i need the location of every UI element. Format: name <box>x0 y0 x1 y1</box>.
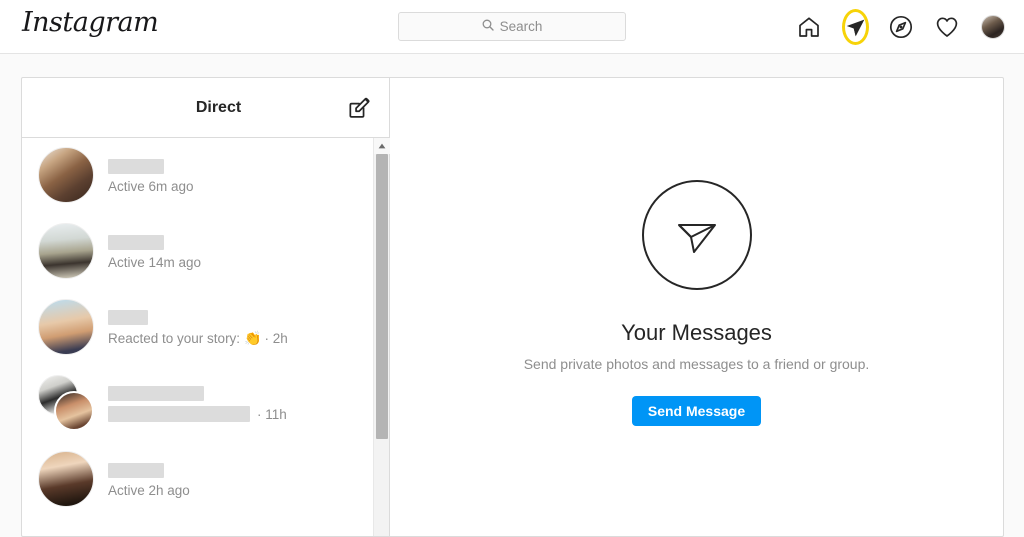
list-item[interactable]: Active 6m ago <box>22 138 389 214</box>
avatar-group <box>38 375 96 433</box>
avatar-image <box>981 15 1005 39</box>
list-item[interactable]: Active 14m ago <box>22 214 389 290</box>
thread-text: Active 6m ago <box>108 158 375 194</box>
avatar <box>38 451 96 509</box>
username-redacted <box>108 158 164 174</box>
thread-preview: · 11h <box>108 406 375 422</box>
empty-conversation-pane: Your Messages Send private photos and me… <box>390 78 1003 536</box>
thread-text: Reacted to your story: 👏 · 2h <box>108 309 375 347</box>
thread-timestamp: · 11h <box>257 406 287 422</box>
username-redacted <box>108 386 204 401</box>
message-redacted <box>108 406 250 422</box>
direct-icon[interactable] <box>841 9 869 45</box>
avatar <box>38 299 96 357</box>
search-icon <box>482 18 494 36</box>
scrollbar-thumb[interactable] <box>376 154 388 439</box>
thread-list-pane: Direct Active 6m ago Active 14m ago Reac… <box>22 78 390 536</box>
explore-icon[interactable] <box>888 14 914 40</box>
scroll-up-arrow-icon[interactable] <box>374 138 390 154</box>
top-navigation-bar: Instagram Search <box>0 0 1024 54</box>
activity-heart-icon[interactable] <box>934 14 960 40</box>
thread-list-header: Direct <box>22 78 389 138</box>
avatar-image <box>38 147 94 203</box>
thread-text: · 11h <box>108 386 375 422</box>
profile-avatar[interactable] <box>980 14 1006 40</box>
thread-list[interactable]: Active 6m ago Active 14m ago Reacted to … <box>22 138 389 536</box>
thread-status-text: Active 14m ago <box>108 254 202 270</box>
thread-status: Active 2h ago <box>108 483 375 498</box>
direct-active-ring <box>841 9 869 45</box>
instagram-logo[interactable]: Instagram <box>22 7 159 38</box>
avatar <box>38 147 96 205</box>
avatar-image <box>38 299 94 355</box>
thread-status: Active 14m ago <box>108 255 375 270</box>
thread-list-scrollbar[interactable] <box>373 138 390 536</box>
thread-preview: Reacted to your story: 👏 · 2h <box>108 330 375 347</box>
thread-text: Active 14m ago <box>108 234 375 270</box>
home-icon[interactable] <box>796 14 822 40</box>
thread-timestamp: · 2h <box>264 330 288 346</box>
list-item[interactable]: Reacted to your story: 👏 · 2h <box>22 290 389 366</box>
send-message-button[interactable]: Send Message <box>631 396 762 426</box>
thread-status: Active 6m ago <box>108 179 375 194</box>
compose-icon[interactable] <box>345 94 373 122</box>
thread-preview-text: Reacted to your story: <box>108 330 241 346</box>
username-redacted <box>108 234 164 250</box>
paper-plane-outline-icon <box>641 180 752 290</box>
avatar-image <box>38 223 94 279</box>
avatar-image <box>38 451 94 507</box>
empty-state-subtitle: Send private photos and messages to a fr… <box>523 356 870 372</box>
search-input[interactable]: Search <box>398 12 626 41</box>
nav-icon-group <box>796 0 1006 54</box>
page-title: Direct <box>195 98 242 116</box>
direct-messages-card: Direct Active 6m ago Active 14m ago Reac… <box>21 77 1004 537</box>
thread-status-text: Active 6m ago <box>108 178 194 194</box>
avatar <box>38 223 96 281</box>
search-placeholder: Search <box>499 19 543 34</box>
username-redacted <box>108 462 164 478</box>
empty-state-title: Your Messages <box>621 320 772 345</box>
reaction-emoji: 👏 <box>244 329 262 346</box>
list-item[interactable]: Active 2h ago <box>22 442 389 518</box>
thread-text: Active 2h ago <box>108 462 375 498</box>
avatar-image <box>54 391 94 431</box>
username-redacted <box>108 309 148 325</box>
thread-status-text: Active 2h ago <box>108 482 190 498</box>
list-item[interactable]: · 11h <box>22 366 389 442</box>
